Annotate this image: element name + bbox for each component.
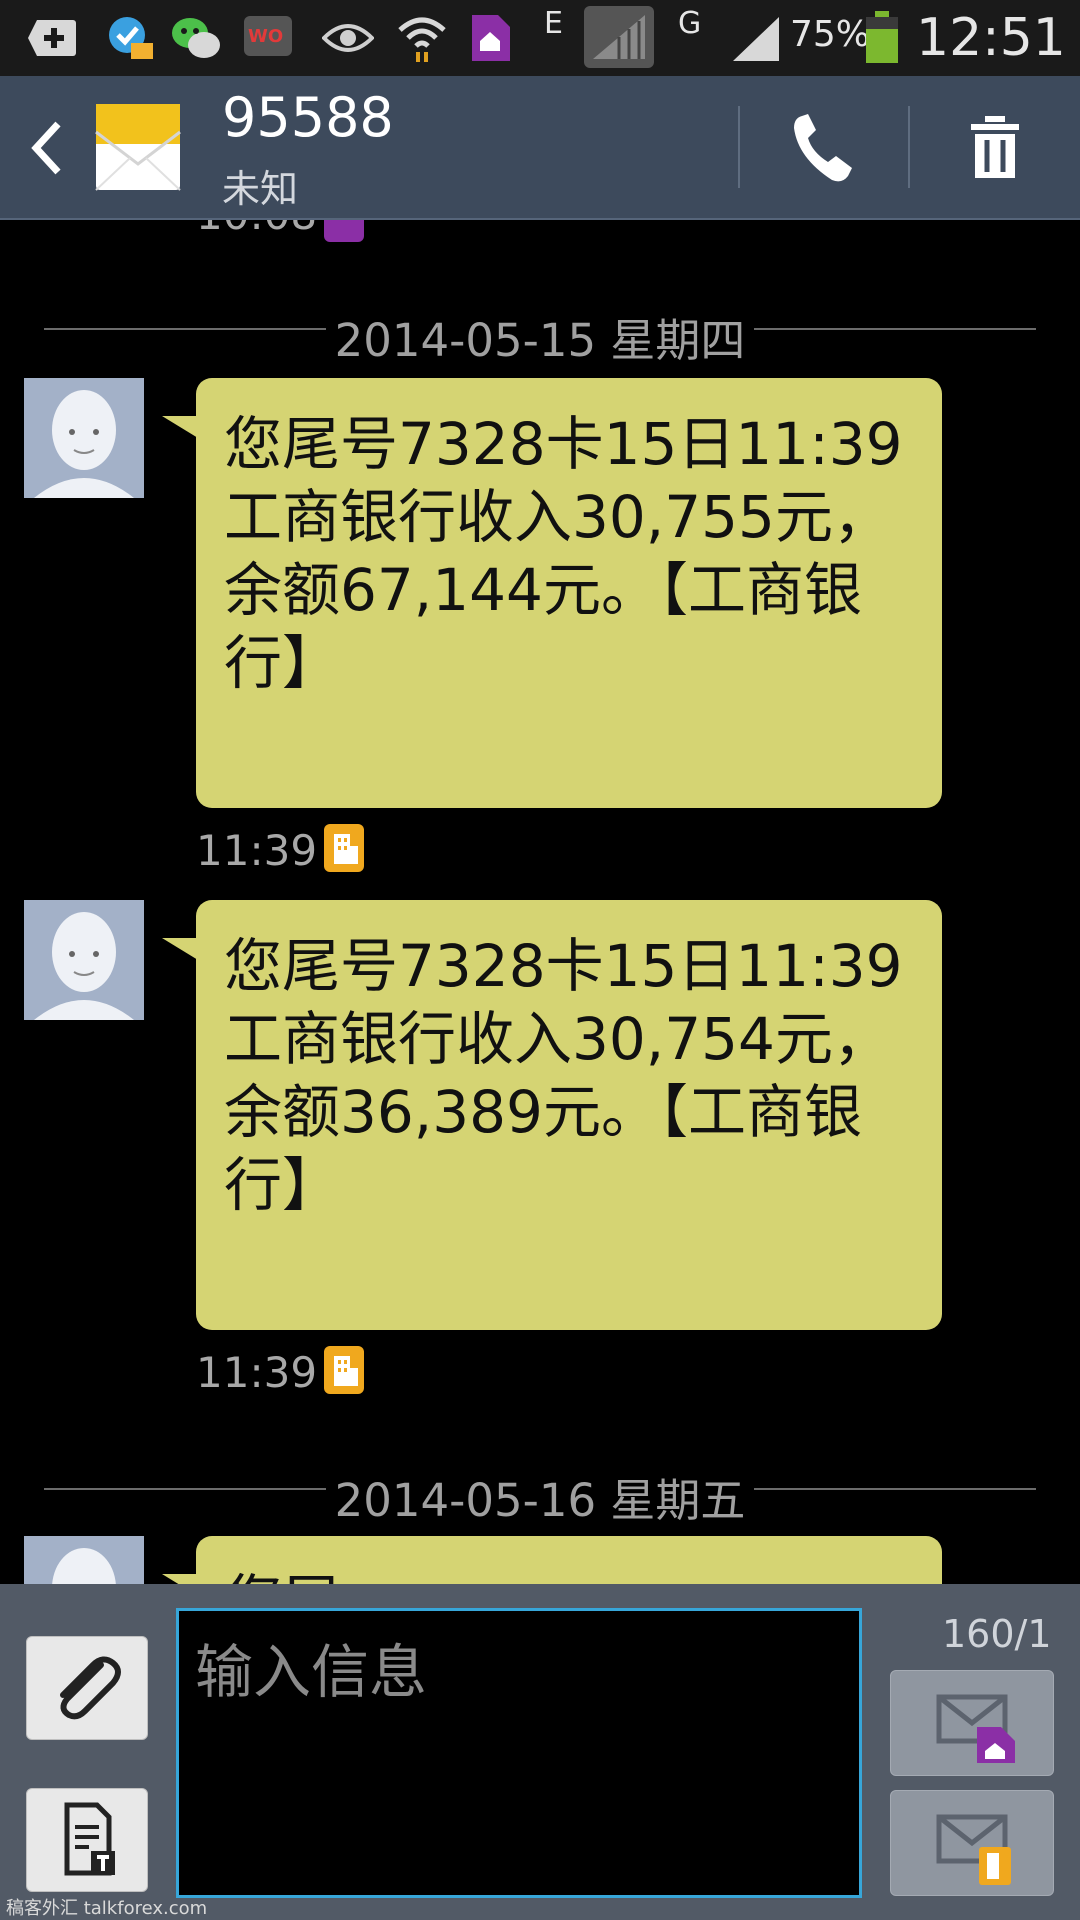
contact-number: 95588 — [222, 86, 394, 149]
phone-icon[interactable] — [780, 106, 868, 190]
message-bubble[interactable]: 您尾号7328卡15日11:39工商银行收入30,755元，余额67,144元。… — [196, 378, 942, 808]
date-label: 2014-05-15 星期四 — [334, 314, 746, 367]
avatar[interactable] — [24, 1536, 144, 1584]
signal-icon — [584, 6, 654, 68]
sim2-building-icon — [324, 1346, 364, 1394]
network-type-g: G — [678, 6, 702, 41]
date-label: 2014-05-16 星期五 — [334, 1474, 746, 1527]
send-sim2-button[interactable] — [890, 1790, 1054, 1896]
divider — [738, 106, 740, 188]
attach-button[interactable] — [26, 1636, 148, 1740]
contact-status: 未知 — [222, 167, 299, 211]
date-separator: 2014-05-16 星期五 — [0, 1458, 1080, 1527]
wifi-icon — [396, 12, 448, 64]
text-template-button[interactable] — [26, 1788, 148, 1892]
bubble-tail — [162, 416, 198, 438]
message-input[interactable] — [176, 1608, 862, 1898]
wo-app-icon: WO — [242, 12, 294, 64]
composer-bar: 160/1 — [0, 1584, 1080, 1920]
network-type-e: E — [544, 6, 563, 41]
battery-icon — [862, 11, 902, 64]
message-time: 10:08 — [196, 220, 317, 239]
sim-home-icon — [464, 12, 516, 64]
conversation-list[interactable]: 10:08 2014-05-15 星期四 您尾号7328卡15日11:39工商银… — [0, 220, 1080, 1584]
envelope-icon — [94, 102, 182, 192]
avatar[interactable] — [24, 378, 144, 498]
watermark: 稿客外汇 talkforex.com — [6, 1898, 208, 1919]
security-shield-icon — [104, 12, 156, 64]
status-bar: WO E G 75% 12:51 — [0, 0, 1080, 76]
message-bubble[interactable]: 您尾号7328卡15日11:39工商银行收入30,754元，余额36,389元。… — [196, 900, 942, 1330]
svg-text:WO: WO — [248, 26, 283, 47]
trash-icon[interactable] — [952, 106, 1038, 190]
eye-icon — [322, 12, 374, 64]
send-sim1-button[interactable] — [890, 1670, 1054, 1776]
message-time: 11:39 — [196, 826, 318, 875]
sim1-home-icon — [324, 220, 364, 242]
bubble-tail — [162, 1574, 198, 1584]
action-bar: 95588 未知 — [0, 76, 1080, 220]
clock: 12:51 — [916, 8, 1066, 68]
message-bubble[interactable]: 您尾 — [196, 1536, 942, 1584]
avatar[interactable] — [24, 900, 144, 1020]
plus-icon — [26, 12, 78, 64]
char-counter: 160/1 — [942, 1612, 1052, 1656]
divider — [908, 106, 910, 188]
battery-percent: 75% — [790, 14, 871, 55]
message-text: 您尾号7328卡15日11:39工商银行收入30,754元，余额36,389元。… — [224, 932, 903, 1219]
back-arrow-icon[interactable] — [16, 112, 76, 184]
sim2-building-icon — [324, 824, 364, 872]
message-text: 您尾 — [224, 1568, 340, 1584]
bubble-tail — [162, 938, 198, 960]
wechat-icon — [170, 12, 222, 64]
message-text: 您尾号7328卡15日11:39工商银行收入30,755元，余额67,144元。… — [224, 410, 903, 697]
message-time: 11:39 — [196, 1348, 318, 1397]
signal-icon — [728, 12, 784, 64]
date-separator: 2014-05-15 星期四 — [0, 298, 1080, 367]
